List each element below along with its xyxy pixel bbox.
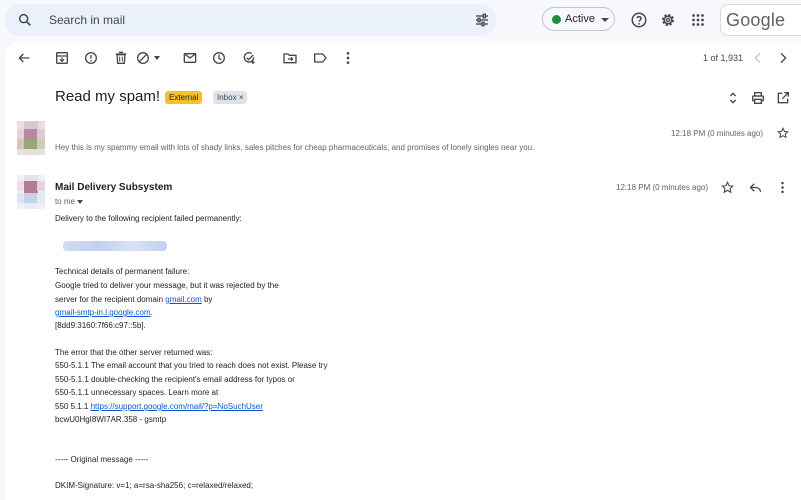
block-icon[interactable] [135,50,151,66]
body-text: server for the recipient domain [55,295,166,304]
label-icon[interactable] [312,50,328,66]
mark-unread-icon[interactable] [182,50,198,66]
body-line: server for the recipient domain gmail.co… [55,295,212,304]
star-icon[interactable] [721,181,734,194]
body-line: 550-5.1.1 unnecessary spaces. Learn more… [55,388,219,397]
search-bar[interactable]: Search in mail [5,4,496,36]
message-snippet[interactable]: Hey this is my spammy email with lots of… [55,143,534,152]
message-panel: 1 of 1,931 Read my spam! External Inbox … [5,41,801,500]
body-line: [8dd9:3160:7f66:c97::5b]. [55,321,146,330]
chevron-down-icon[interactable] [154,56,160,60]
recipient-details[interactable]: to me [55,197,84,206]
inbox-label-chip[interactable]: Inbox × [213,91,248,104]
more-vert-icon[interactable] [775,180,790,195]
snooze-icon[interactable] [211,50,227,66]
support-link[interactable]: https://support.google.com/mail/?p=NoSuc… [91,402,263,411]
body-line: Google tried to deliver your message, bu… [55,281,279,290]
google-logo-text: Google [726,10,786,30]
older-chevron-right-icon[interactable] [775,50,791,66]
reply-icon[interactable] [748,180,763,195]
status-label: Active [565,13,595,25]
message-timestamp: 12:18 PM (0 minutes ago) [671,129,764,138]
search-icon[interactable] [17,12,33,28]
newer-chevron-left-icon[interactable] [750,50,766,66]
body-text: by [201,295,213,304]
body-line: Delivery to the following recipient fail… [55,214,242,223]
body-line: 550-5.1.1 double-checking the recipient'… [55,375,295,384]
settings-icon[interactable] [659,11,677,29]
external-badge: External [165,91,203,104]
status-dropdown[interactable]: Active [542,7,615,31]
body-line: The error that the other server returned… [55,348,213,357]
google-account-logo[interactable]: Google [720,4,801,36]
print-icon[interactable] [750,90,766,106]
tune-icon[interactable] [474,12,490,28]
body-text: 550 5.1.1 [55,402,91,411]
body-line: gmail-smtp-in.l.google.com. [55,308,153,317]
help-icon[interactable] [630,11,648,29]
sender-name[interactable]: Mail Delivery Subsystem [55,182,172,193]
pager-count: 1 of 1,931 [703,53,744,63]
remove-label-icon[interactable]: × [239,93,244,102]
apps-grid-icon[interactable] [689,11,707,29]
move-to-icon[interactable] [282,50,298,66]
chevron-down-icon [601,18,609,22]
expand-collapse-icon[interactable] [725,90,741,106]
star-icon[interactable] [777,127,789,139]
status-dot [552,15,561,24]
chevron-down-icon[interactable] [77,199,84,204]
delete-icon[interactable] [113,50,129,66]
body-line: DKIM-Signature: v=1; a=rsa-sha256; c=rel… [55,481,254,490]
sender-avatar[interactable] [17,121,45,155]
add-task-icon[interactable] [241,50,257,66]
open-in-new-window-icon[interactable] [775,90,791,106]
body-line: 550-5.1.1 The email account that you tri… [55,361,328,370]
body-line: ----- Original message ----- [55,455,149,464]
top-bar: Search in mail Active Google [0,0,801,40]
more-vert-icon[interactable] [340,50,356,66]
archive-icon[interactable] [54,50,70,66]
inbox-label: Inbox [217,93,237,102]
body-text: . [150,308,153,317]
message-timestamp: 12:18 PM (0 minutes ago) [616,183,709,192]
body-line: 550 5.1.1 https://support.google.com/mai… [55,402,263,411]
body-line: Technical details of permanent failure: [55,267,190,276]
sender-avatar[interactable] [17,175,45,209]
smtp-host-link[interactable]: gmail-smtp-in.l.google.com [55,308,151,317]
to-me-label: to me [55,197,76,206]
back-arrow-icon[interactable] [16,50,32,66]
report-spam-icon[interactable] [83,50,99,66]
search-input[interactable]: Search in mail [49,13,125,27]
body-line: bcwU0HgI8WI7AR.358 - gsmtp [55,415,167,424]
domain-link[interactable]: gmail.com [165,295,201,304]
redacted-recipient [63,241,167,251]
email-subject: Read my spam! [55,88,161,105]
